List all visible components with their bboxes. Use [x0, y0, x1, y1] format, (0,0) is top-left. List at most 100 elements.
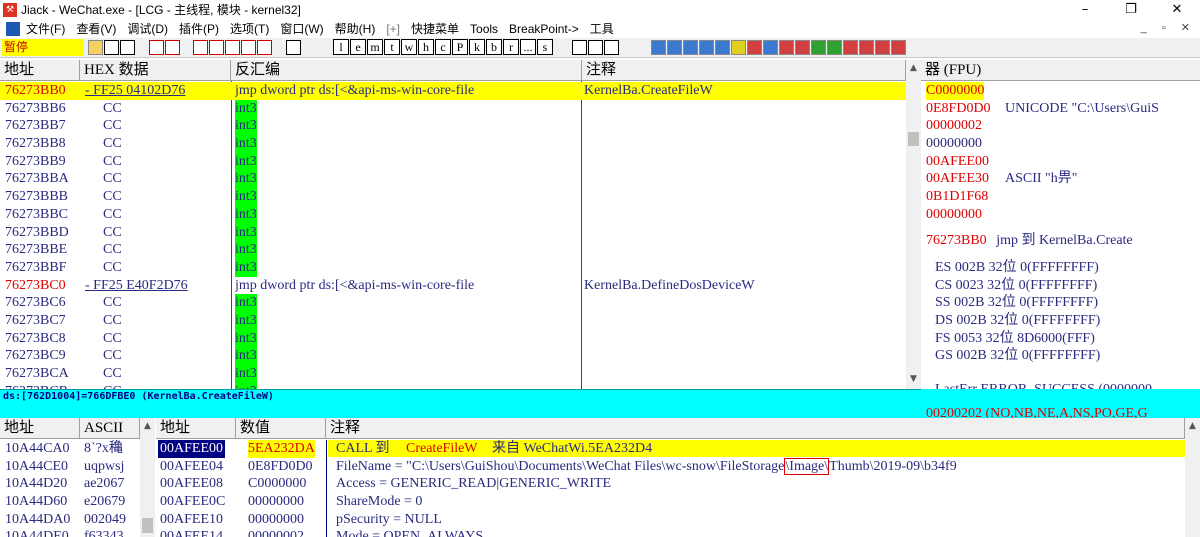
plugin-6-icon[interactable] — [731, 40, 746, 55]
plugin-4-icon[interactable] — [699, 40, 714, 55]
minimize-button[interactable]: – — [1062, 0, 1108, 19]
disasm-row[interactable]: 76273BBA CC int3 — [0, 170, 921, 189]
menu-view[interactable]: 查看(V) — [76, 20, 116, 37]
register-row[interactable]: C0000000 — [926, 82, 1200, 100]
log-window-button[interactable]: l — [333, 39, 349, 55]
scroll-up-icon[interactable]: ▲ — [906, 60, 921, 78]
dump-header-ascii[interactable]: ASCII — [80, 418, 140, 439]
maximize-button[interactable]: ❐ — [1108, 0, 1154, 19]
dump-row[interactable]: 10A44DA0 002049 — [0, 511, 156, 529]
menu-debug[interactable]: 调试(D) — [127, 20, 168, 37]
stack-scrollbar[interactable]: ▲ — [1185, 418, 1200, 537]
plugin-9-icon[interactable] — [779, 40, 794, 55]
disasm-row[interactable]: 76273BBE CC int3 — [0, 241, 921, 259]
menu-options[interactable]: 选项(T) — [230, 20, 269, 37]
disasm-row[interactable]: 76273BC6 CC int3 — [0, 294, 921, 312]
dump-row[interactable]: 10A44CE0 uqpwsj — [0, 458, 156, 476]
execute-till-return-icon[interactable] — [257, 40, 273, 55]
rewind-icon[interactable] — [104, 40, 119, 55]
stack-row[interactable]: 00AFEE08 C0000000 Access = GENERIC_READ|GE… — [156, 475, 1200, 493]
stack-header-comment[interactable]: 注释 — [326, 418, 1185, 439]
call-stack-window-button[interactable]: k — [469, 39, 485, 55]
disasm-row[interactable]: 76273BBB CC int3 — [0, 188, 921, 206]
disasm-header-disasm[interactable]: 反汇编 — [231, 60, 582, 81]
disasm-row[interactable]: 76273BC9 CC int3 — [0, 347, 921, 366]
run-icon[interactable] — [148, 40, 164, 55]
disasm-header-address[interactable]: 地址 — [0, 60, 80, 81]
disasm-row[interactable]: 76273BBF CC int3 — [0, 258, 921, 277]
windows-window-button[interactable]: w — [401, 39, 417, 55]
stack-row[interactable]: 00AFEE10 00000000 pSecurity = NULL — [156, 511, 1200, 529]
segment-row[interactable]: ES 002B 32位 0(FFFFFFFF) — [935, 259, 1200, 277]
disasm-scrollbar[interactable]: ▲ ▼ — [906, 60, 921, 389]
dump-row[interactable]: 10A44D20 ae2067 — [0, 475, 156, 493]
register-row[interactable]: 00AFEE30 ASCII "h畀" — [926, 170, 1200, 188]
register-row[interactable]: 0B1D1F68 — [926, 188, 1200, 206]
register-row[interactable]: 00AFEE00 — [926, 153, 1200, 171]
dump-row[interactable]: 10A44DE0 f63343 — [0, 528, 156, 537]
plugin-7-icon[interactable] — [747, 40, 762, 55]
disasm-row[interactable]: 76273BB8 CC int3 — [0, 135, 921, 153]
help-icon[interactable] — [604, 40, 619, 55]
segment-row[interactable]: GS 002B 32位 0(FFFFFFFF) — [935, 347, 1200, 365]
stack-header-value[interactable]: 数值 — [236, 418, 326, 439]
register-row[interactable]: 00000000 — [926, 135, 1200, 153]
disasm-row[interactable]: 76273BB6 CC int3 — [0, 99, 921, 118]
cpu-window-button[interactable]: c — [435, 39, 451, 55]
menu-plugins[interactable]: 插件(P) — [179, 20, 219, 37]
registers-header[interactable]: 器 (FPU) — [921, 60, 1200, 81]
plugin-10-icon[interactable] — [795, 40, 810, 55]
menu-plus[interactable]: [+] — [386, 22, 400, 36]
disasm-row[interactable]: 76273BB0 - FF25 04102D76 jmp dword ptr ds:… — [0, 82, 921, 100]
goto-icon[interactable] — [286, 40, 302, 55]
disasm-row[interactable]: 76273BB7 CC int3 — [0, 117, 921, 136]
stack-row[interactable]: 00AFEE0C 00000000 ShareMode = 0 — [156, 493, 1200, 511]
plugin-15-icon[interactable] — [875, 40, 890, 55]
plugin-11-icon[interactable] — [811, 40, 826, 55]
source-window-button[interactable]: s — [537, 39, 553, 55]
plugin-3-icon[interactable] — [683, 40, 698, 55]
pause-icon[interactable] — [164, 40, 180, 55]
menu-window[interactable]: 窗口(W) — [280, 20, 323, 37]
segment-row[interactable]: SS 002B 32位 0(FFFFFFFF) — [935, 294, 1200, 312]
plugin-13-icon[interactable] — [843, 40, 858, 55]
stack-row[interactable]: 00AFEE04 0E8FD0D0 FileName = "C:\Users\Gui… — [156, 457, 1200, 476]
plugin-14-icon[interactable] — [859, 40, 874, 55]
disasm-row[interactable]: 76273BB9 CC int3 — [0, 152, 921, 171]
handles-window-button[interactable]: h — [418, 39, 434, 55]
segment-row[interactable]: FS 0053 32位 8D6000(FFF) — [935, 330, 1200, 348]
scroll-down-icon[interactable]: ▼ — [906, 371, 921, 389]
close-button[interactable]: ✕ — [1154, 0, 1200, 19]
dump-row[interactable]: 10A44D60 e20679 — [0, 493, 156, 511]
dump-scrollbar[interactable]: ▲ — [140, 418, 155, 537]
stack-row[interactable]: 00AFEE14 00000002 Mode = OPEN_ALWAYS — [156, 528, 1200, 537]
menu-help[interactable]: 帮助(H) — [335, 20, 376, 37]
register-row[interactable]: 00000000 — [926, 206, 1200, 224]
trace-into-icon[interactable] — [225, 40, 241, 55]
disasm-row[interactable]: 76273BC8 CC int3 — [0, 329, 921, 348]
dump-scroll-thumb[interactable] — [142, 518, 153, 533]
step-into-icon[interactable] — [193, 40, 209, 55]
patches-window-button[interactable]: P — [452, 39, 468, 55]
step-over-icon[interactable] — [209, 40, 225, 55]
modules-window-button[interactable]: e — [350, 39, 366, 55]
close-process-icon[interactable] — [120, 40, 135, 55]
disasm-scroll-thumb[interactable] — [908, 132, 919, 146]
disasm-row[interactable]: 76273BBD CC int3 — [0, 223, 921, 242]
disasm-row[interactable]: 76273BC0 - FF25 E40F2D76 jmp dword ptr ds:… — [0, 277, 921, 295]
plugin-5-icon[interactable] — [715, 40, 730, 55]
menu-file[interactable]: 文件(F) — [26, 20, 65, 37]
mdi-child-controls[interactable]: _ ▫ ✕ — [1141, 19, 1196, 38]
eip-register[interactable]: 76273BB0 jmp 到 KernelBa.Create — [926, 232, 1200, 250]
plugin-16-icon[interactable] — [891, 40, 906, 55]
menu-tools[interactable]: Tools — [470, 22, 498, 36]
open-icon[interactable] — [88, 40, 103, 55]
register-row[interactable]: 0E8FD0D0 UNICODE "C:\Users\GuiS — [926, 100, 1200, 118]
plugin-2-icon[interactable] — [667, 40, 682, 55]
disasm-header-hex[interactable]: HEX 数据 — [80, 60, 231, 81]
last-error[interactable]: LastErr ERROR_SUCCESS (0000000 — [935, 381, 1152, 389]
segment-row[interactable]: CS 0023 32位 0(FFFFFFFF) — [935, 277, 1200, 295]
mdi-window-icon[interactable] — [6, 21, 20, 36]
disasm-row[interactable]: 76273BC7 CC int3 — [0, 311, 921, 330]
list-icon[interactable] — [572, 40, 587, 55]
